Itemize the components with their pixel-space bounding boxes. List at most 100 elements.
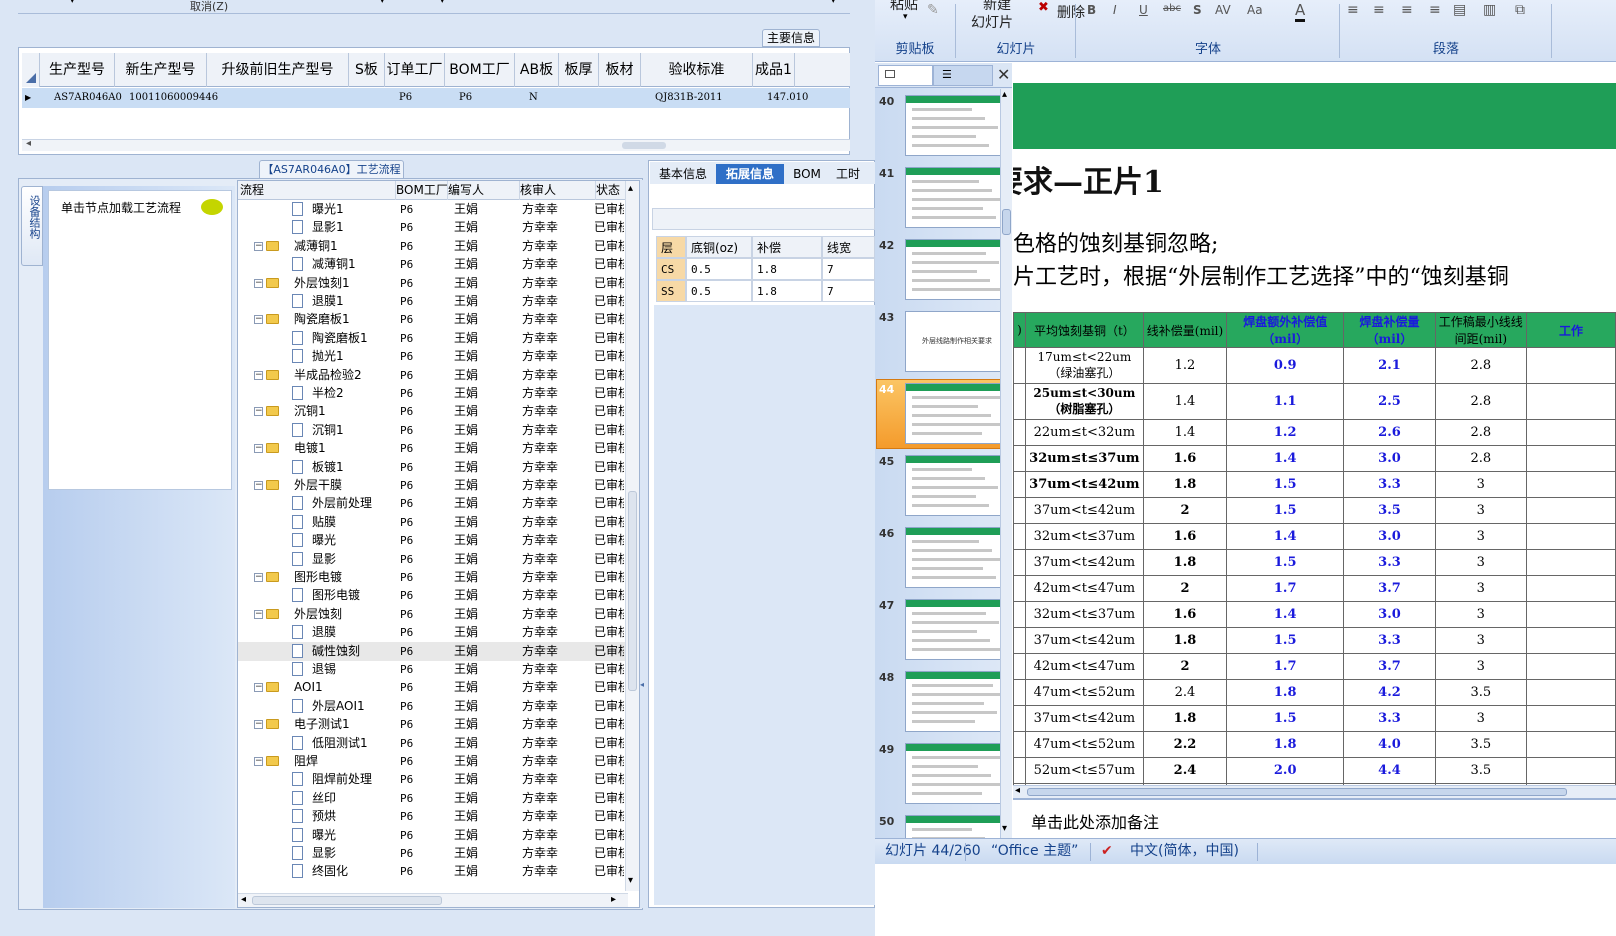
tree-column-header[interactable]: BOM工厂	[396, 181, 448, 200]
tree-row[interactable]: 显影1P6王娟方幸幸已审核	[238, 218, 639, 237]
layer-cell[interactable]: 7	[822, 280, 875, 302]
main-info-tab[interactable]: 主要信息	[762, 29, 820, 47]
slide-thumbnail[interactable]	[905, 527, 1000, 588]
slide-thumbnail[interactable]: 外层线路制作相关要求	[905, 311, 1000, 372]
grid-column-header[interactable]: 板厚	[559, 53, 599, 87]
collapse-icon[interactable]: −	[254, 278, 263, 288]
scroll-up-icon[interactable]: ▴	[628, 183, 633, 194]
columns-icon[interactable]: ▥	[1483, 2, 1496, 18]
tree-row[interactable]: 贴膜P6王娟方幸幸已审核	[238, 513, 639, 532]
collapse-icon[interactable]: −	[254, 481, 263, 490]
tree-row[interactable]: 碱性蚀刻P6王娟方幸幸已审核	[238, 641, 639, 661]
grid-column-header[interactable]: 验收标准	[641, 53, 753, 87]
collapse-icon[interactable]: −	[254, 315, 263, 325]
scroll-thumb[interactable]	[252, 896, 442, 905]
slide-thumbnail[interactable]	[905, 599, 1000, 660]
scroll-thumb[interactable]	[622, 142, 666, 149]
distribute-icon[interactable]: ▤	[1453, 2, 1466, 18]
tree-row[interactable]: 曝光1P6王娟方幸幸已审核	[238, 200, 639, 219]
scroll-down-icon[interactable]: ▾	[1002, 823, 1007, 834]
italic-icon[interactable]: I	[1113, 3, 1117, 17]
detail-tab[interactable]: 基本信息	[652, 164, 714, 184]
underline-icon[interactable]: U	[1139, 3, 1148, 17]
scroll-left-icon[interactable]: ◂	[26, 138, 31, 149]
tree-row[interactable]: − 外层干膜 P6 王娟 方幸幸 已审核	[238, 476, 639, 495]
collapse-icon[interactable]: −	[254, 407, 263, 417]
cancel-button[interactable]: 取消(Z)	[190, 0, 228, 14]
grid-column-header[interactable]: 生产型号	[40, 53, 115, 87]
change-case-icon[interactable]: Aa	[1247, 3, 1263, 17]
text-direction-icon[interactable]: ⧉	[1515, 2, 1525, 18]
grid-column-header[interactable]: 升级前旧生产型号	[207, 53, 349, 87]
scroll-thumb[interactable]	[1027, 788, 1567, 796]
tree-row[interactable]: − 图形电镀 P6 王娟 方幸幸 已审核	[238, 568, 639, 587]
tree-h-scrollbar[interactable]: ◂ ▸	[238, 893, 628, 907]
tree-row[interactable]: − 电子测试1 P6 王娟 方幸幸 已审核	[238, 715, 639, 734]
scroll-left-icon[interactable]: ◂	[1015, 785, 1020, 796]
slide-canvas[interactable]: 要求—正片1 色格的蚀刻基铜忽略; 片工艺时，根据“外层制作工艺选择”中的“蚀刻…	[1013, 63, 1616, 785]
detail-tab[interactable]: 工时	[828, 164, 868, 184]
tree-row[interactable]: − 减薄铜1 P6 王娟 方幸幸 已审核	[238, 237, 639, 256]
tree-row[interactable]: 低阻测试1P6王娟方幸幸已审核	[238, 734, 639, 753]
bold-icon[interactable]: B	[1087, 3, 1096, 17]
delete-slide-button[interactable]: 删除	[1057, 2, 1085, 22]
align-right-icon[interactable]: ≡	[1401, 2, 1413, 18]
collapse-icon[interactable]: −	[254, 609, 263, 619]
splitter[interactable]: ◂	[640, 180, 648, 908]
tree-row[interactable]: 板镀1P6王娟方幸幸已审核	[238, 458, 639, 477]
collapse-icon[interactable]: −	[254, 444, 263, 454]
layer-cell[interactable]: 1.8	[752, 258, 822, 280]
tree-row[interactable]: 终固化P6王娟方幸幸已审核	[238, 862, 639, 881]
align-left-icon[interactable]: ≡	[1347, 2, 1359, 18]
tree-row[interactable]: − 陶瓷磨板1 P6 王娟 方幸幸 已审核	[238, 310, 639, 329]
layer-cell[interactable]: 1.8	[752, 280, 822, 302]
tree-row[interactable]: − 外层蚀刻1 P6 王娟 方幸幸 已审核	[238, 274, 639, 293]
layer-column-header[interactable]: 底铜(oz)	[686, 236, 752, 258]
spellcheck-icon[interactable]: ✔	[1101, 839, 1113, 863]
notes-pane[interactable]: 单击此处添加备注	[1013, 798, 1616, 838]
tree-row[interactable]: 退膜P6王娟方幸幸已审核	[238, 623, 639, 642]
grid-column-header[interactable]: 板材	[599, 53, 641, 87]
format-painter-icon[interactable]: ✎	[927, 2, 939, 18]
shadow-icon[interactable]: S	[1193, 3, 1202, 17]
grid-column-header[interactable]: 新生产型号	[115, 53, 207, 87]
tree-row[interactable]: 图形电镀P6王娟方幸幸已审核	[238, 586, 639, 605]
tree-column-header[interactable]: 流程	[240, 181, 396, 200]
scroll-up-icon[interactable]: ▴	[1002, 89, 1007, 100]
tree-row[interactable]: − 半成品检验2 P6 王娟 方幸幸 已审核	[238, 366, 639, 385]
collapse-icon[interactable]: −	[254, 720, 263, 730]
new-slide-label[interactable]: 幻灯片	[971, 12, 1013, 32]
dropdown-arrow-icon[interactable]: ▾	[380, 0, 385, 6]
upper-h-scrollbar[interactable]: ◂	[22, 138, 850, 151]
grid-column-header[interactable]: AB板	[515, 53, 559, 87]
tree-row[interactable]: − 电镀1 P6 王娟 方幸幸 已审核	[238, 439, 639, 458]
collapse-icon[interactable]: −	[254, 370, 263, 380]
font-color-icon[interactable]: A	[1295, 1, 1306, 22]
tree-row[interactable]: 显影P6王娟方幸幸已审核	[238, 844, 639, 863]
tree-row[interactable]: − AOI1 P6 王娟 方幸幸 已审核	[238, 678, 639, 697]
tree-row[interactable]: − 沉铜1 P6 王娟 方幸幸 已审核	[238, 402, 639, 421]
tree-row[interactable]: 退锡P6王娟方幸幸已审核	[238, 660, 639, 679]
grid-column-header[interactable]: S板	[349, 53, 385, 87]
layer-cell[interactable]: 7	[822, 258, 875, 280]
slide-thumbnail[interactable]	[905, 671, 1000, 732]
table-row[interactable]: ▶ AS7AR046A0 10011060009446 P6 P6 N QJ831B-20…	[22, 88, 850, 108]
slide-h-scrollbar[interactable]: ◂	[1013, 785, 1616, 798]
collapse-icon[interactable]: −	[254, 241, 263, 251]
detail-tab[interactable]: BOM	[790, 164, 824, 184]
slides-tab[interactable]	[878, 65, 933, 86]
tree-row[interactable]: − 外层蚀刻 P6 王娟 方幸幸 已审核	[238, 605, 639, 624]
tree-row[interactable]: 减薄铜1P6王娟方幸幸已审核	[238, 255, 639, 274]
tree-row[interactable]: 半检2P6王娟方幸幸已审核	[238, 384, 639, 403]
layer-column-header[interactable]: 层	[656, 236, 686, 258]
slide-thumbnail[interactable]	[905, 743, 1000, 804]
slide-thumbnail[interactable]	[905, 455, 1000, 516]
tree-column-header[interactable]: 核审人	[520, 181, 596, 200]
justify-icon[interactable]: ≡	[1429, 2, 1441, 18]
layer-column-header[interactable]: 补偿	[752, 236, 822, 258]
tree-row[interactable]: 丝印P6王娟方幸幸已审核	[238, 789, 639, 808]
layer-column-header[interactable]: 线宽	[822, 236, 875, 258]
dropdown-arrow-icon[interactable]: ▾	[440, 0, 445, 6]
slide-thumbnail[interactable]	[905, 239, 1000, 300]
tree-row[interactable]: 外层AOI1P6王娟方幸幸已审核	[238, 697, 639, 716]
